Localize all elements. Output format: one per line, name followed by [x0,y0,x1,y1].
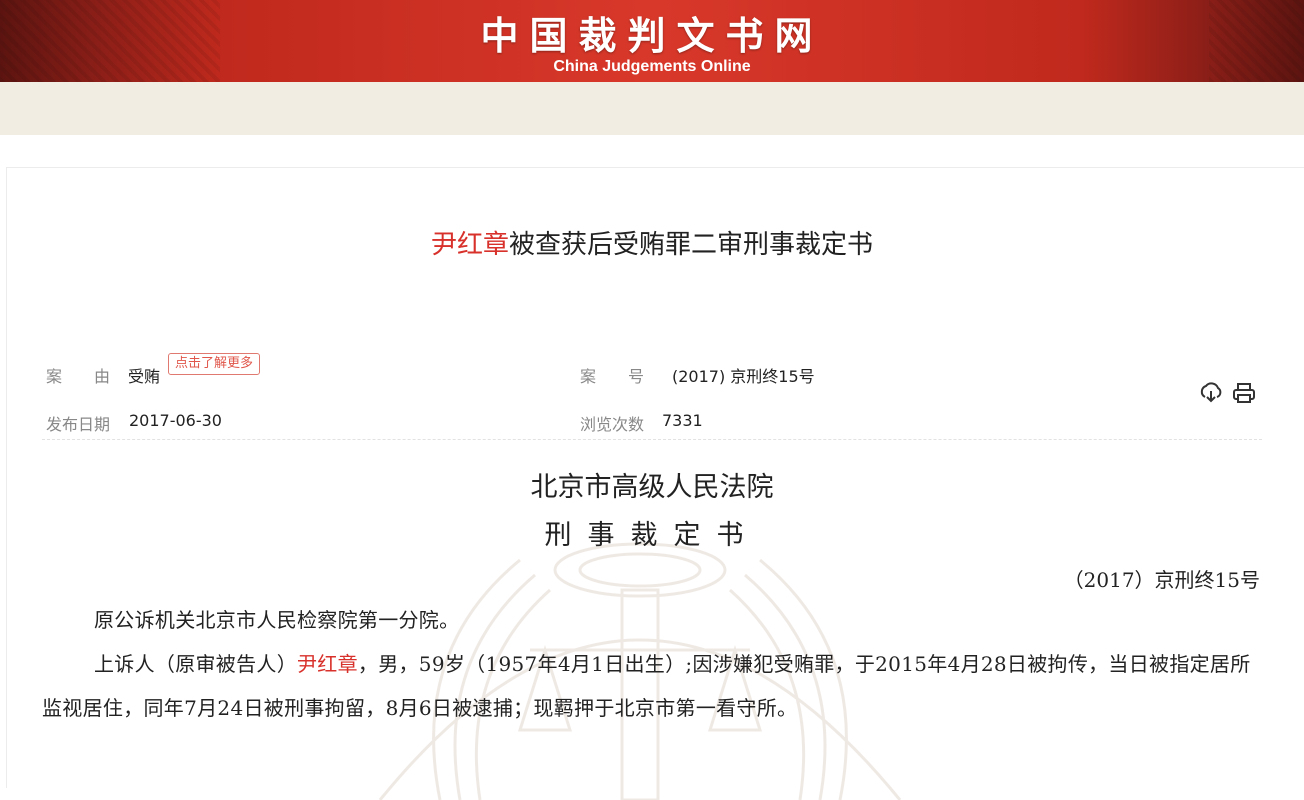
meta-divider [42,439,1262,440]
cause-label: 案 由 [46,367,111,386]
nav-strip [0,82,1304,135]
appellant-name: 尹红章 [297,652,358,676]
case-number-label: 案 号 [580,367,645,386]
cause-value: 受贿 [128,367,161,386]
document-title: 尹红章被查获后受贿罪二审刑事裁定书 [0,224,1304,261]
document-type: 刑事裁定书 [544,520,760,551]
site-title[interactable]: 中国裁判文书网 [0,5,1304,60]
view-count-label: 浏览次数 [580,415,645,434]
court-name: 北京市高级人民法院 [530,472,774,503]
title-case-description: 被查获后受贿罪二审刑事裁定书 [509,230,874,260]
learn-more-button[interactable]: 点击了解更多 [168,353,261,375]
view-count-value: 7331 [662,411,703,430]
print-icon[interactable] [1231,380,1257,406]
publish-date-value: 2017-06-30 [129,411,222,430]
paragraph-appellant: 上诉人（原审被告人）尹红章，男，59岁（1957年4月1日出生）;因涉嫌犯受贿罪… [42,642,1264,730]
case-number-value: (2017) 京刑终15号 [672,367,815,386]
title-defendant-name: 尹红章 [430,230,509,260]
appellant-prefix: 上诉人（原审被告人） [94,652,297,676]
site-subtitle: China Judgements Online [553,58,751,75]
publish-date-label: 发布日期 [46,415,111,434]
paragraph-prosecutor: 原公诉机关北京市人民检察院第一分院。 [94,608,460,632]
case-number-reference: （2017）京刑终15号 [1063,568,1260,592]
download-icon[interactable] [1198,380,1224,406]
site-header-banner: 中国裁判文书网 China Judgements Online [0,0,1304,82]
